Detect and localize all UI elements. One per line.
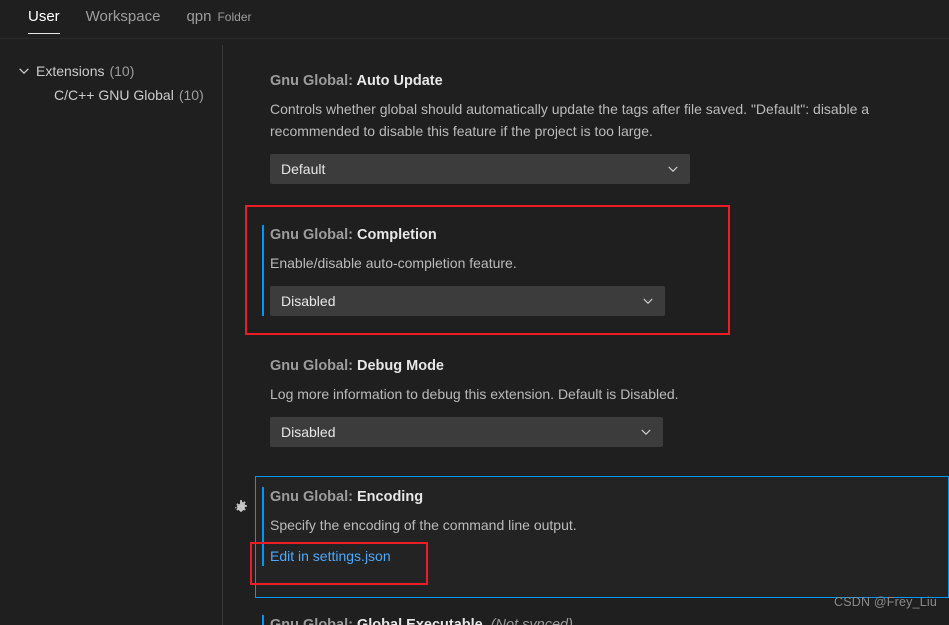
setting-name: Auto Update: [356, 73, 443, 89]
setting-description-completion: Enable/disable auto-completion feature.: [270, 255, 517, 271]
modified-indicator: [262, 225, 264, 316]
setting-description-auto-update: Controls whether global should automatic…: [270, 101, 870, 139]
edit-in-settings-json-link[interactable]: Edit in settings.json: [270, 548, 391, 564]
chevron-down-icon: [641, 429, 651, 435]
watermark: CSDN @Frey_Liu: [833, 595, 937, 609]
sidebar-item-gnu-global[interactable]: C/C++ GNU Global (10): [0, 83, 222, 107]
not-synced-badge: (Not synced): [490, 617, 573, 625]
setting-prefix: Gnu Global:: [270, 489, 357, 505]
setting-name: Global Executable: [357, 617, 483, 625]
settings-toc: Extensions (10) C/C++ GNU Global (10): [0, 39, 222, 625]
chevron-down-icon: [668, 166, 678, 172]
setting-prefix: Gnu Global:: [270, 617, 357, 625]
setting-prefix: Gnu Global:: [270, 73, 357, 89]
setting-prefix: Gnu Global:: [270, 358, 357, 374]
dropdown-completion-value: Disabled: [281, 293, 336, 309]
settings-editor: User Workspace qpn Folder Extensions (10)…: [0, 0, 949, 625]
dropdown-debug-mode[interactable]: Disabled: [270, 417, 663, 447]
setting-description-encoding: Specify the encoding of the command line…: [270, 517, 577, 533]
sidebar-item-extensions-count: (10): [109, 63, 135, 79]
setting-row-completion[interactable]: Gnu Global: Completion Enable/disable au…: [222, 225, 949, 316]
modified-indicator: [262, 487, 264, 566]
setting-row-global-executable[interactable]: Gnu Global: Global Executable (Not synced…: [222, 615, 949, 625]
tab-workspace-label: Workspace: [85, 8, 161, 25]
tab-user-label: User: [28, 8, 60, 25]
sidebar-item-extensions-label: Extensions: [36, 63, 105, 79]
setting-name: Completion: [357, 227, 437, 243]
tab-folder-suffix: Folder: [217, 10, 252, 24]
tab-folder-qpn[interactable]: qpn Folder: [186, 0, 251, 34]
tab-folder-label: qpn: [186, 8, 212, 25]
setting-description-debug-mode: Log more information to debug this exten…: [270, 386, 679, 402]
setting-row-auto-update[interactable]: Gnu Global: Auto Update Controls whether…: [222, 71, 949, 184]
setting-row-encoding[interactable]: Gnu Global: Encoding Specify the encodin…: [222, 487, 949, 566]
sidebar-item-extensions[interactable]: Extensions (10): [0, 59, 222, 83]
dropdown-auto-update-value: Default: [281, 161, 326, 177]
dropdown-debug-mode-value: Disabled: [281, 424, 336, 440]
tab-user[interactable]: User: [28, 0, 60, 34]
setting-name: Debug Mode: [357, 358, 444, 374]
dropdown-completion[interactable]: Disabled: [270, 286, 665, 316]
sidebar-item-gnu-global-count: (10): [178, 87, 204, 103]
gear-icon[interactable]: [232, 499, 250, 517]
setting-title-completion: Gnu Global: Completion: [270, 225, 949, 245]
settings-list[interactable]: Gnu Global: Auto Update Controls whether…: [222, 39, 949, 625]
setting-title-auto-update: Gnu Global: Auto Update: [270, 71, 949, 91]
dropdown-auto-update[interactable]: Default: [270, 154, 690, 184]
setting-name: Encoding: [357, 489, 424, 505]
settings-scope-tabs: User Workspace qpn Folder: [0, 0, 949, 39]
chevron-down-icon: [16, 63, 32, 79]
setting-prefix: Gnu Global:: [270, 227, 357, 243]
setting-title-global-executable: Gnu Global: Global Executable (Not synced…: [270, 615, 949, 625]
sidebar-item-gnu-global-label: C/C++ GNU Global: [54, 87, 174, 103]
setting-row-debug-mode[interactable]: Gnu Global: Debug Mode Log more informat…: [222, 356, 949, 447]
setting-title-debug-mode: Gnu Global: Debug Mode: [270, 356, 949, 376]
setting-title-encoding: Gnu Global: Encoding: [270, 487, 949, 507]
chevron-down-icon: [643, 298, 653, 304]
tab-workspace[interactable]: Workspace: [86, 0, 161, 34]
modified-indicator: [262, 615, 264, 625]
